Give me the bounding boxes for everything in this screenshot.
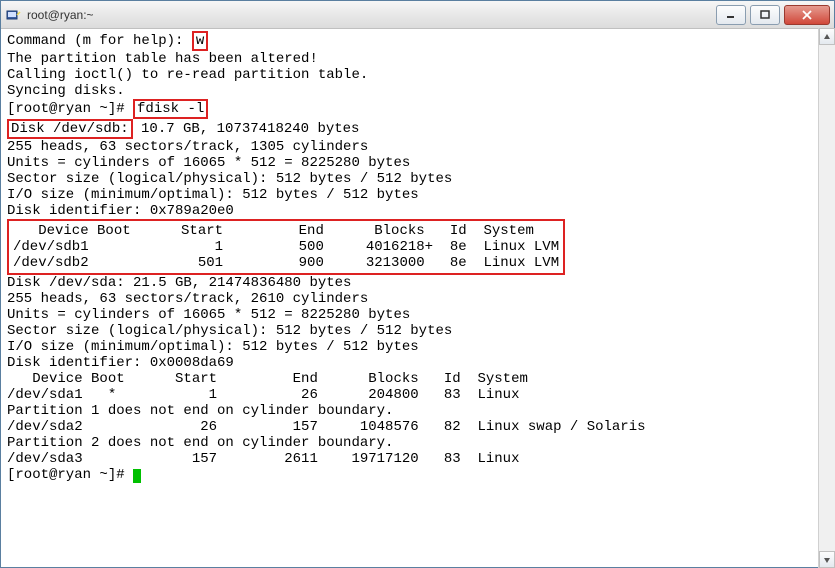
terminal-line: 255 heads, 63 sectors/track, 1305 cylind… (7, 139, 810, 155)
terminal-line: Sector size (logical/physical): 512 byte… (7, 323, 810, 339)
table-row: /dev/sdb2 501 900 3213000 8e Linux LVM (13, 255, 559, 271)
vertical-scrollbar[interactable] (818, 28, 835, 568)
titlebar[interactable]: root@ryan:~ (1, 1, 834, 29)
highlight-partition-table-sdb: Device Boot Start End Blocks Id System /… (7, 219, 565, 275)
terminal-line: [root@ryan ~]# fdisk -l (7, 99, 810, 119)
terminal-line: Disk /dev/sdb: 10.7 GB, 10737418240 byte… (7, 119, 810, 139)
minimize-button[interactable] (716, 5, 746, 25)
close-icon (801, 10, 813, 20)
terminal-line: Partition 1 does not end on cylinder bou… (7, 403, 810, 419)
chevron-up-icon (823, 33, 831, 41)
table-header: Device Boot Start End Blocks Id System (13, 223, 559, 239)
terminal-line: Syncing disks. (7, 83, 810, 99)
terminal-area[interactable]: Command (m for help): w The partition ta… (1, 29, 834, 567)
terminal-line: The partition table has been altered! (7, 51, 810, 67)
highlight-disk-sdb: Disk /dev/sdb: (7, 119, 133, 139)
window-controls (712, 5, 830, 25)
scroll-track[interactable] (819, 45, 835, 551)
cursor (133, 469, 141, 483)
window-title: root@ryan:~ (27, 8, 712, 22)
close-button[interactable] (784, 5, 830, 25)
minimize-icon (726, 10, 736, 20)
prompt-line: [root@ryan ~]# (7, 467, 810, 483)
terminal-line: Calling ioctl() to re-read partition tab… (7, 67, 810, 83)
putty-icon (5, 7, 21, 23)
table-row: /dev/sda3 157 2611 19717120 83 Linux (7, 451, 810, 467)
scroll-down-button[interactable] (819, 551, 835, 568)
maximize-icon (760, 10, 770, 20)
terminal-line: Units = cylinders of 16065 * 512 = 82252… (7, 155, 810, 171)
terminal-line: 255 heads, 63 sectors/track, 2610 cylind… (7, 291, 810, 307)
terminal-line: Disk identifier: 0x0008da69 (7, 355, 810, 371)
terminal-line: I/O size (minimum/optimal): 512 bytes / … (7, 339, 810, 355)
table-row: /dev/sda1 * 1 26 204800 83 Linux (7, 387, 810, 403)
highlight-fdisk-cmd: fdisk -l (133, 99, 208, 119)
chevron-down-icon (823, 556, 831, 564)
terminal-line: Units = cylinders of 16065 * 512 = 82252… (7, 307, 810, 323)
terminal-line: Sector size (logical/physical): 512 byte… (7, 171, 810, 187)
scroll-up-button[interactable] (819, 28, 835, 45)
terminal-content: Command (m for help): w The partition ta… (7, 31, 828, 483)
terminal-line: Partition 2 does not end on cylinder bou… (7, 435, 810, 451)
highlight-cmd-w: w (192, 31, 208, 51)
terminal-line: Disk identifier: 0x789a20e0 (7, 203, 810, 219)
terminal-line: Command (m for help): w (7, 31, 810, 51)
maximize-button[interactable] (750, 5, 780, 25)
app-window: root@ryan:~ Command (m for help): w The … (0, 0, 835, 568)
table-row: /dev/sda2 26 157 1048576 82 Linux swap /… (7, 419, 810, 435)
terminal-line: Disk /dev/sda: 21.5 GB, 21474836480 byte… (7, 275, 810, 291)
table-header: Device Boot Start End Blocks Id System (7, 371, 810, 387)
table-row: /dev/sdb1 1 500 4016218+ 8e Linux LVM (13, 239, 559, 255)
terminal-line: I/O size (minimum/optimal): 512 bytes / … (7, 187, 810, 203)
